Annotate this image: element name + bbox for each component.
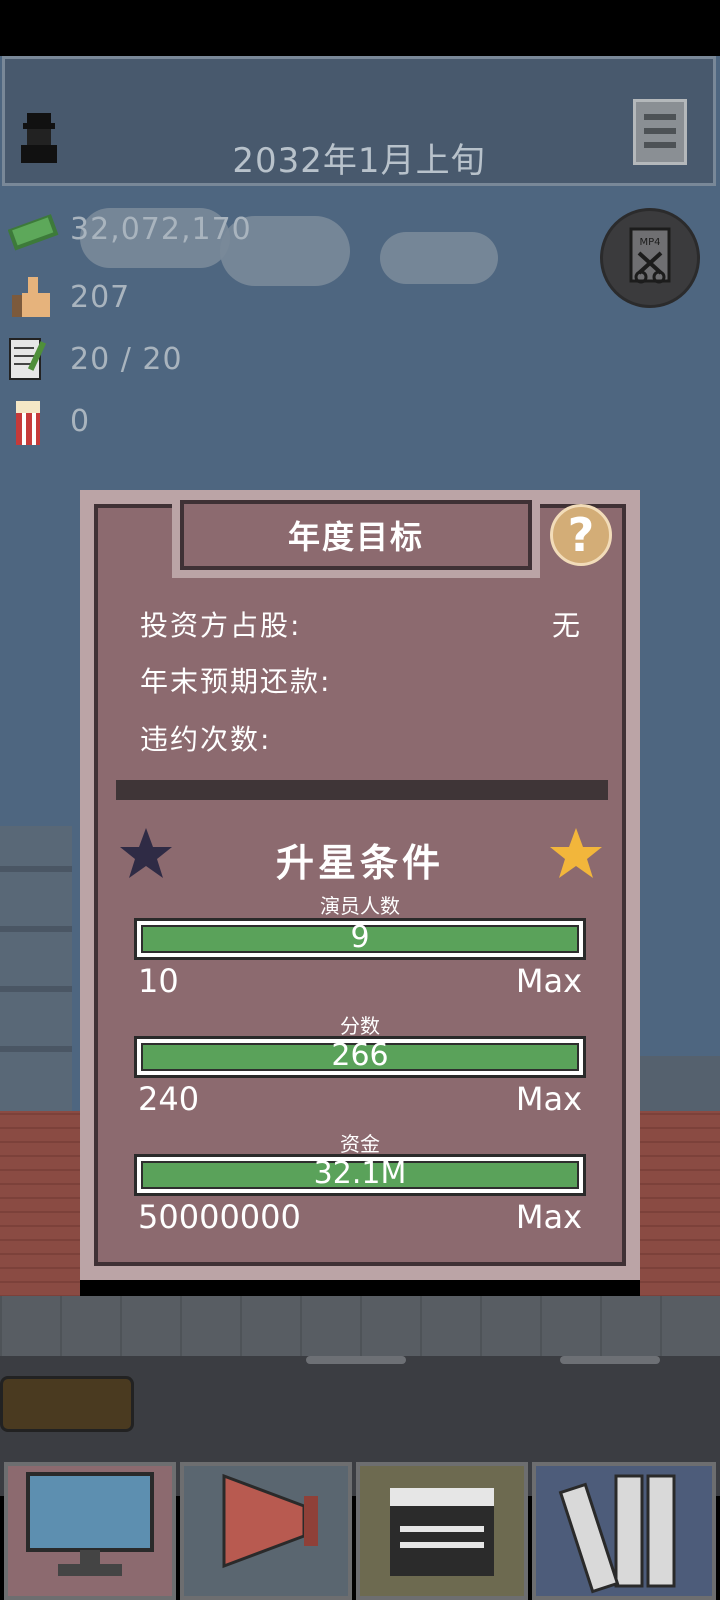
- lane-marking: [306, 1356, 406, 1364]
- default-count-label: 违约次数:: [140, 723, 272, 756]
- investor-share-value: 无: [551, 609, 580, 642]
- likes-value: 207: [70, 279, 131, 315]
- svg-text:MP4: MP4: [639, 237, 660, 248]
- progress-bar-funds: 32.1M: [134, 1154, 586, 1196]
- cash-icon: [7, 207, 59, 251]
- popcorn-value: 0: [70, 403, 91, 439]
- car: [0, 1376, 134, 1432]
- stat-popcorn: 0: [8, 396, 90, 446]
- progress-min: 10: [138, 962, 179, 1000]
- progress-bar-actors: 9: [134, 918, 586, 960]
- megaphone-icon: [222, 1473, 318, 1569]
- star-filled-icon: [550, 828, 602, 878]
- menu-button[interactable]: [633, 99, 687, 165]
- money-value: 32,072,170: [70, 211, 252, 247]
- progress-min: 50000000: [138, 1198, 301, 1236]
- game-date: 2032年1月上旬: [232, 141, 486, 181]
- clapperboard-icon: [390, 1488, 494, 1576]
- condition-label-actors: 演员人数: [320, 894, 400, 918]
- dialog-title: 年度目标: [180, 500, 532, 570]
- progress-min: 240: [138, 1080, 200, 1118]
- scripts-value: 20 / 20: [70, 341, 183, 377]
- script-notepad-icon: [8, 337, 56, 381]
- shoot-movie-button[interactable]: [356, 1462, 528, 1600]
- computer-icon: [26, 1472, 154, 1576]
- stat-scripts: 20 / 20: [8, 334, 183, 384]
- progress-value: 266: [331, 1038, 389, 1073]
- progress-value: 9: [350, 920, 370, 955]
- progress-max: Max: [515, 1080, 582, 1118]
- stat-money: 32,072,170: [7, 204, 252, 254]
- condition-label-score: 分数: [340, 1014, 380, 1038]
- thumbs-up-icon: [8, 275, 56, 319]
- year-end-repayment-label: 年末预期还款:: [140, 665, 332, 698]
- progress-max: Max: [515, 962, 582, 1000]
- promote-button[interactable]: [180, 1462, 352, 1600]
- progress-value: 32.1M: [313, 1156, 407, 1191]
- computer-button[interactable]: [4, 1462, 176, 1600]
- cloud: [380, 232, 498, 284]
- investor-share-label: 投资方占股:: [140, 609, 302, 642]
- popcorn-icon: [8, 399, 56, 445]
- dialog-title-tab: 年度目标: [172, 492, 540, 578]
- mp4-file-icon: MP4: [629, 227, 671, 284]
- video-edit-button[interactable]: MP4: [600, 208, 700, 308]
- lane-marking: [560, 1356, 660, 1364]
- help-button[interactable]: ?: [550, 504, 612, 566]
- stat-likes: 207: [8, 272, 130, 322]
- archive-button[interactable]: [532, 1462, 716, 1600]
- condition-label-funds: 资金: [340, 1132, 380, 1156]
- progress-bar-score: 266: [134, 1036, 586, 1078]
- upgrade-conditions-title: 升星条件: [275, 841, 444, 885]
- progress-max: Max: [515, 1198, 582, 1236]
- top-bar: 2032年1月上旬: [2, 56, 716, 186]
- film-reels-icon: [558, 1474, 676, 1594]
- divider: [116, 780, 608, 800]
